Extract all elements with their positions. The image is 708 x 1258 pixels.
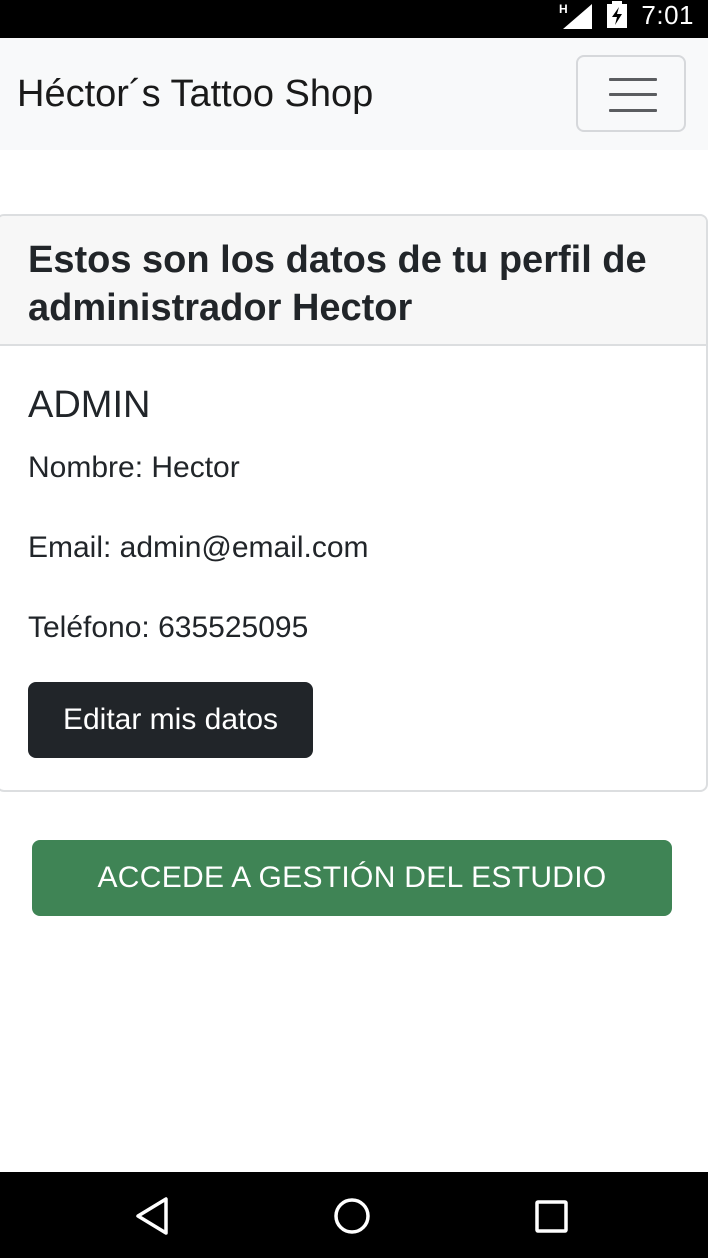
system-navigation-bar [0, 1172, 708, 1258]
card-header: Estos son los datos de tu perfil de admi… [0, 216, 706, 346]
studio-management-button[interactable]: ACCEDE A GESTIÓN DEL ESTUDIO [32, 840, 672, 916]
recents-icon[interactable] [534, 1196, 570, 1236]
profile-heading: Estos son los datos de tu perfil de admi… [28, 239, 647, 329]
battery-charging-icon [607, 1, 627, 28]
clock: 7:01 [641, 0, 694, 30]
brand-title[interactable]: Héctor´s Tattoo Shop [17, 72, 373, 116]
network-type-label: H [559, 2, 568, 16]
edit-profile-button[interactable]: Editar mis datos [28, 682, 313, 758]
status-bar: H 7:01 [0, 0, 708, 38]
menu-toggle-button[interactable] [576, 55, 686, 132]
name-field: Nombre: Hector [28, 451, 240, 484]
signal-icon: H [559, 2, 592, 29]
profile-card: Estos son los datos de tu perfil de admi… [0, 214, 708, 792]
home-icon[interactable] [332, 1196, 372, 1236]
role-title: ADMIN [28, 384, 151, 426]
back-icon[interactable] [134, 1196, 170, 1236]
phone-field: Teléfono: 635525095 [28, 611, 309, 644]
email-field: Email: admin@email.com [28, 531, 369, 564]
top-navbar: Héctor´s Tattoo Shop [0, 38, 708, 150]
